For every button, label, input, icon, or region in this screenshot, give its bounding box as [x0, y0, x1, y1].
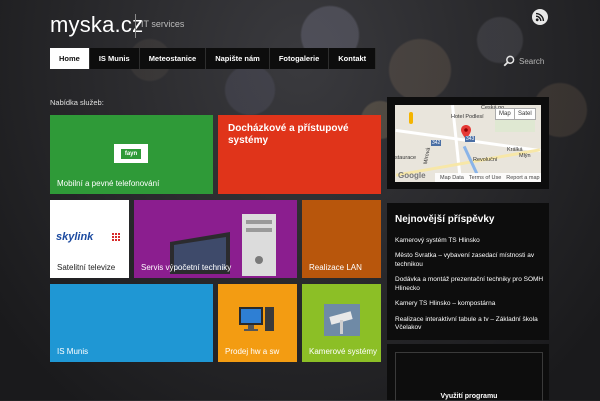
- post-link[interactable]: Dodávka a montáž prezentační techniky pr…: [395, 276, 545, 294]
- nav-is-munis[interactable]: IS Munis: [89, 48, 140, 69]
- site-tagline: IT services: [141, 19, 185, 29]
- nav-kontakt[interactable]: Kontakt: [329, 48, 377, 69]
- tile-label: IS Munis: [57, 346, 89, 356]
- promo-text: Využití programu: [440, 393, 498, 400]
- recent-posts-list: Kamerový systém TS Hlinsko Město Svratka…: [395, 237, 545, 340]
- map-footer: Map Data Terms of Use Report a map: [435, 173, 541, 182]
- map-type-satellite-button[interactable]: Satel: [514, 108, 536, 120]
- nav-meteostanice[interactable]: Meteostanice: [139, 48, 207, 69]
- search-box: [503, 54, 559, 68]
- main-nav: Home IS Munis Meteostanice Napište nám F…: [50, 48, 377, 69]
- tile-label: Servis výpočetní techniky: [141, 262, 232, 272]
- site-logo[interactable]: myska.cz: [50, 12, 143, 38]
- recent-posts-widget: Nejnovější příspěvky Kamerový systém TS …: [387, 203, 549, 340]
- monitor-icon: [239, 307, 274, 331]
- tile-label: Satelitní televize: [57, 262, 116, 272]
- google-map[interactable]: Česká po Hotel Podlesí Revoluční Králká …: [395, 105, 541, 182]
- tile-label: Mobilní a pevné telefonování: [57, 178, 160, 188]
- nav-home[interactable]: Home: [50, 48, 90, 69]
- tile-attendance-systems[interactable]: Docházkové a přístupové systémy: [218, 115, 381, 194]
- nav-contact-form[interactable]: Napište nám: [206, 48, 270, 69]
- google-brand: Google: [398, 171, 426, 180]
- skylink-mark-icon: [112, 233, 121, 242]
- map-type-map-button[interactable]: Map: [495, 108, 515, 120]
- map-widget: Česká po Hotel Podlesí Revoluční Králká …: [387, 97, 549, 189]
- pegman-icon[interactable]: [409, 112, 413, 124]
- tile-label: Prodej hw a sw: [225, 346, 280, 356]
- post-link[interactable]: Kamerový systém TS Hlinsko: [395, 237, 545, 246]
- tile-label: Realizace LAN: [309, 262, 362, 272]
- tile-label: Kamerové systémy: [309, 346, 378, 356]
- nav-fotogalerie[interactable]: Fotogalerie: [269, 48, 330, 69]
- tile-hw-sw-sales[interactable]: Prodej hw a sw: [218, 284, 297, 362]
- tile-satellite-tv[interactable]: skylink Satelitní televize: [50, 200, 129, 278]
- post-link[interactable]: Realizace interaktivní tabule a tv – Zák…: [395, 316, 545, 334]
- tile-is-munis[interactable]: IS Munis: [50, 284, 213, 362]
- map-report-link[interactable]: Report a map: [506, 175, 539, 181]
- tile-label: Docházkové a přístupové systémy: [228, 123, 349, 146]
- search-input[interactable]: [519, 56, 559, 66]
- post-link[interactable]: Kamery TS Hlinsko – kompostárna: [395, 300, 545, 309]
- fayn-logo: fayn: [114, 144, 148, 163]
- camera-image: [324, 304, 360, 336]
- post-link[interactable]: Město Svratka – vybavení zasedací místno…: [395, 252, 545, 270]
- promo-box[interactable]: Využití programu: [395, 352, 543, 401]
- recent-posts-title: Nejnovější příspěvky: [395, 214, 495, 225]
- rss-icon[interactable]: [532, 9, 548, 25]
- tile-camera-systems[interactable]: Kamerové systémy: [302, 284, 381, 362]
- map-terms-link[interactable]: Terms of Use: [469, 175, 501, 181]
- tile-mobile-phones[interactable]: fayn Mobilní a pevné telefonování: [50, 115, 213, 194]
- tile-lan[interactable]: Realizace LAN: [302, 200, 381, 278]
- logo-divider: [135, 14, 136, 38]
- tile-pc-service[interactable]: Servis výpočetní techniky: [134, 200, 297, 278]
- skylink-logo: skylink: [56, 231, 94, 243]
- services-heading: Nabídka služeb:: [50, 98, 104, 107]
- search-icon[interactable]: [503, 55, 515, 67]
- promo-widget: Využití programu: [387, 344, 549, 401]
